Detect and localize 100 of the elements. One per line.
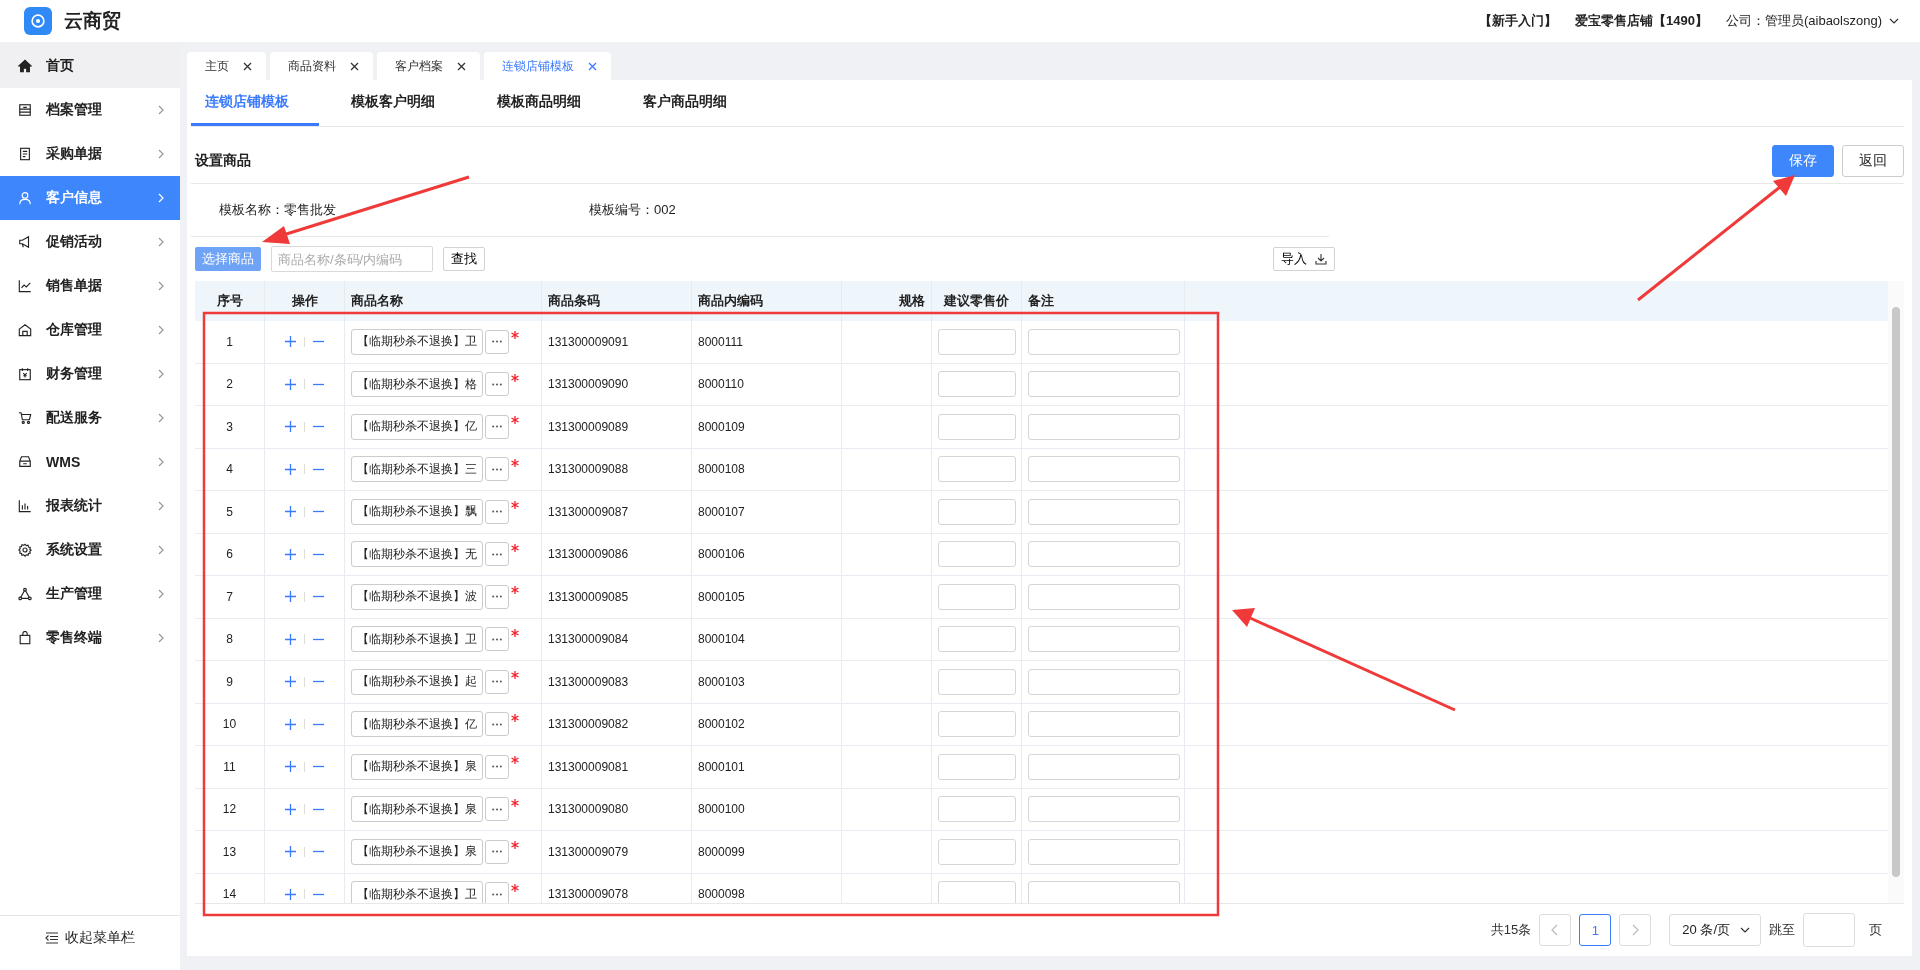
- product-name-field[interactable]: 【临期秒杀不退换】泉: [351, 796, 483, 823]
- sidebar-item[interactable]: 生产管理: [0, 572, 180, 616]
- scrollbar[interactable]: [1888, 281, 1904, 903]
- sidebar-item[interactable]: 采购单据: [0, 132, 180, 176]
- more-button[interactable]: [485, 414, 509, 439]
- remark-input[interactable]: [1028, 753, 1180, 780]
- more-button[interactable]: [485, 882, 509, 903]
- add-icon[interactable]: [285, 548, 296, 560]
- remark-input[interactable]: [1028, 583, 1180, 610]
- add-icon[interactable]: [285, 676, 296, 688]
- product-name-field[interactable]: 【临期秒杀不退换】格: [351, 371, 483, 398]
- more-button[interactable]: [485, 499, 509, 524]
- remark-input[interactable]: [1028, 796, 1180, 823]
- page-tab[interactable]: 客户档案: [377, 52, 480, 80]
- more-button[interactable]: [485, 712, 509, 737]
- product-name-field[interactable]: 【临期秒杀不退换】起: [351, 668, 483, 695]
- next-page-button[interactable]: [1619, 914, 1652, 946]
- price-input[interactable]: [937, 583, 1016, 610]
- price-input[interactable]: [937, 371, 1016, 398]
- sidebar-item[interactable]: 客户信息: [0, 176, 180, 220]
- product-name-field[interactable]: 【临期秒杀不退换】卫: [351, 328, 483, 355]
- sidebar-item[interactable]: 档案管理: [0, 88, 180, 132]
- remark-input[interactable]: [1028, 456, 1180, 483]
- sidebar-item[interactable]: 配送服务: [0, 396, 180, 440]
- add-icon[interactable]: [285, 506, 296, 518]
- sidebar-item[interactable]: 零售终端: [0, 616, 180, 660]
- add-icon[interactable]: [285, 761, 296, 773]
- sidebar-item[interactable]: 报表统计: [0, 484, 180, 528]
- collapse-menu-button[interactable]: 收起菜单栏: [0, 915, 180, 960]
- add-icon[interactable]: [285, 846, 296, 858]
- price-input[interactable]: [937, 456, 1016, 483]
- close-icon[interactable]: [243, 61, 252, 71]
- add-icon[interactable]: [285, 591, 296, 603]
- product-name-field[interactable]: 【临期秒杀不退换】泉: [351, 753, 483, 780]
- product-name-field[interactable]: 【临期秒杀不退换】泉: [351, 838, 483, 865]
- sidebar-item[interactable]: 促销活动: [0, 220, 180, 264]
- sidebar-item[interactable]: WMS: [0, 440, 180, 484]
- search-field[interactable]: 商品名称/条码/内编码: [271, 246, 433, 272]
- close-icon[interactable]: [457, 61, 466, 71]
- price-input[interactable]: [937, 626, 1016, 653]
- user-menu[interactable]: 公司：管理员(aibaolszong): [1725, 12, 1900, 30]
- product-name-field[interactable]: 【临期秒杀不退换】亿: [351, 413, 483, 440]
- add-icon[interactable]: [285, 463, 296, 475]
- price-input[interactable]: [937, 328, 1016, 355]
- add-icon[interactable]: [285, 633, 296, 645]
- sidebar-item[interactable]: 销售单据: [0, 264, 180, 308]
- price-input[interactable]: [937, 796, 1016, 823]
- more-button[interactable]: [485, 329, 509, 354]
- price-input[interactable]: [937, 881, 1016, 903]
- price-input[interactable]: [937, 541, 1016, 568]
- more-button[interactable]: [485, 754, 509, 779]
- remark-input[interactable]: [1028, 711, 1180, 738]
- product-name-field[interactable]: 【临期秒杀不退换】三: [351, 456, 483, 483]
- header-link[interactable]: 【新手入门】: [1479, 12, 1558, 30]
- product-name-field[interactable]: 【临期秒杀不退换】亿: [351, 711, 483, 738]
- previous-page-button[interactable]: [1539, 914, 1572, 946]
- more-button[interactable]: [485, 457, 509, 482]
- remark-input[interactable]: [1028, 881, 1180, 903]
- sidebar-item[interactable]: 首页: [0, 44, 180, 88]
- price-input[interactable]: [937, 711, 1016, 738]
- product-name-field[interactable]: 【临期秒杀不退换】飘: [351, 498, 483, 525]
- sidebar-item[interactable]: 系统设置: [0, 528, 180, 572]
- page-tab[interactable]: 商品资料: [270, 52, 373, 80]
- more-button[interactable]: [485, 669, 509, 694]
- close-icon[interactable]: [350, 61, 359, 71]
- more-button[interactable]: [485, 372, 509, 397]
- product-name-field[interactable]: 【临期秒杀不退换】卫: [351, 626, 483, 653]
- add-icon[interactable]: [285, 336, 296, 348]
- import-button[interactable]: 导入: [1273, 247, 1335, 271]
- page-size-select[interactable]: 20 条/页: [1669, 914, 1761, 946]
- add-icon[interactable]: [285, 378, 296, 390]
- add-icon[interactable]: [285, 421, 296, 433]
- remark-input[interactable]: [1028, 498, 1180, 525]
- price-input[interactable]: [937, 753, 1016, 780]
- price-input[interactable]: [937, 413, 1016, 440]
- header-link[interactable]: 爱宝零售店铺【1490】: [1575, 12, 1708, 30]
- more-button[interactable]: [485, 584, 509, 609]
- remark-input[interactable]: [1028, 541, 1180, 568]
- remark-input[interactable]: [1028, 371, 1180, 398]
- price-input[interactable]: [937, 498, 1016, 525]
- more-button[interactable]: [485, 839, 509, 864]
- remark-input[interactable]: [1028, 626, 1180, 653]
- product-name-field[interactable]: 【临期秒杀不退换】无: [351, 541, 483, 568]
- add-icon[interactable]: [285, 888, 296, 900]
- product-name-field[interactable]: 【临期秒杀不退换】卫: [351, 881, 483, 903]
- page-button[interactable]: 1: [1579, 914, 1612, 946]
- action-button[interactable]: 保存: [1772, 145, 1834, 177]
- remark-input[interactable]: [1028, 668, 1180, 695]
- more-button[interactable]: [485, 797, 509, 822]
- sub-tab[interactable]: 模板客户明细: [337, 80, 465, 126]
- sub-tab[interactable]: 连锁店铺模板: [191, 80, 319, 126]
- price-input[interactable]: [937, 668, 1016, 695]
- add-icon[interactable]: [285, 803, 296, 815]
- remark-input[interactable]: [1028, 838, 1180, 865]
- sub-tab[interactable]: 客户商品明细: [629, 80, 757, 126]
- page-tab[interactable]: 主页: [187, 52, 266, 80]
- page-tab[interactable]: 连锁店铺模板: [484, 52, 611, 80]
- sidebar-item[interactable]: 仓库管理: [0, 308, 180, 352]
- more-button[interactable]: [485, 627, 509, 652]
- more-button[interactable]: [485, 542, 509, 567]
